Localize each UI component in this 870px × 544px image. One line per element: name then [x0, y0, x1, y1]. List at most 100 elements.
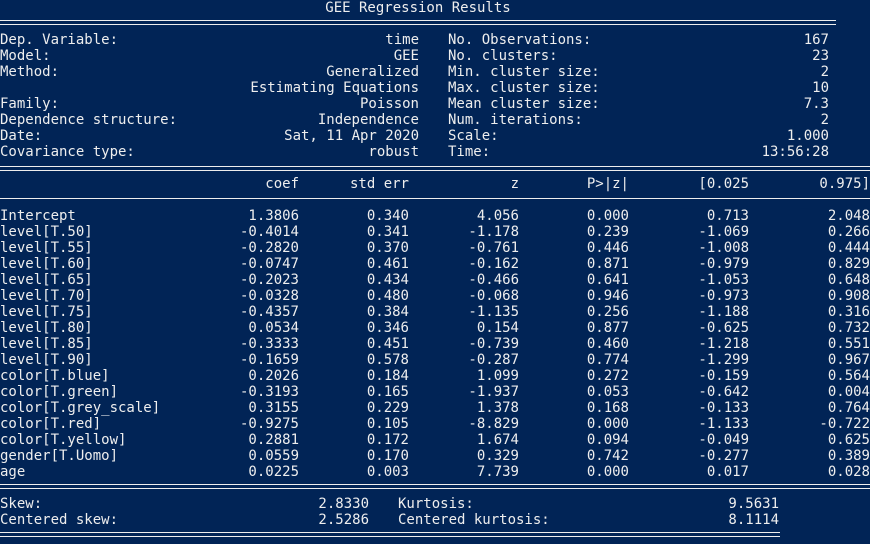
- ci-lower-value: -1.008: [698, 240, 749, 256]
- z-value: 7.739: [476, 464, 519, 480]
- results-title-row: GEE Regression Results: [0, 0, 836, 16]
- z-value: 1.674: [476, 432, 519, 448]
- info-value: Poisson: [359, 96, 419, 112]
- info-value: 167: [803, 32, 829, 48]
- z-value: -0.466: [468, 272, 519, 288]
- coef-value: -0.2023: [239, 272, 299, 288]
- std-err-value: 0.578: [366, 352, 409, 368]
- term-name: level[T.65]: [0, 272, 93, 288]
- z-value: -8.829: [468, 416, 519, 432]
- ci-lower-value: -1.053: [698, 272, 749, 288]
- coef-value: -0.1659: [239, 352, 299, 368]
- diag-value: 8.1114: [728, 512, 779, 528]
- term-name: level[T.80]: [0, 320, 93, 336]
- model-info-row: Dependence structure: Independence Num. it…: [0, 112, 870, 128]
- pvalue-value: 0.053: [586, 384, 629, 400]
- coef-value: -0.9275: [239, 416, 299, 432]
- std-err-value: 0.184: [366, 368, 409, 384]
- ci-upper-value: 0.266: [827, 224, 870, 240]
- info-value: Independence: [317, 112, 419, 128]
- coef-table-row: gender[T.Uomo] 0.0559 0.170 0.329 0.742 -0.27…: [0, 448, 870, 464]
- pvalue-value: 0.239: [586, 224, 629, 240]
- coef-value: -0.0747: [239, 256, 299, 272]
- ci-lower-value: -0.625: [698, 320, 749, 336]
- diag-label: Kurtosis:: [398, 496, 474, 512]
- ci-lower-value: 0.017: [706, 464, 749, 480]
- pvalue-value: 0.446: [586, 240, 629, 256]
- model-info-row: Model: GEE No. clusters: 23: [0, 48, 870, 64]
- z-value: -1.135: [468, 304, 519, 320]
- diag-label: Skew:: [0, 496, 43, 512]
- coef-value: 0.0225: [248, 464, 299, 480]
- ci-upper-value: 0.625: [827, 432, 870, 448]
- coef-value: -0.3333: [239, 336, 299, 352]
- coef-table-row: level[T.75] -0.4357 0.384 -1.135 0.256 -1.188…: [0, 304, 870, 320]
- console-window[interactable]: GEE Regression Results Dep. Variable: tim…: [0, 0, 870, 544]
- term-name: Intercept: [0, 208, 76, 224]
- info-value: 1.000: [786, 128, 829, 144]
- ci-lower-value: -0.979: [698, 256, 749, 272]
- ci-lower-value: -0.642: [698, 384, 749, 400]
- ci-upper-value: 0.829: [827, 256, 870, 272]
- std-err-value: 0.370: [366, 240, 409, 256]
- ci-lower-value: -0.049: [698, 432, 749, 448]
- coef-header: coef: [265, 176, 299, 192]
- pvalue-value: 0.460: [586, 336, 629, 352]
- ci-lower-value: -1.218: [698, 336, 749, 352]
- model-info-row: Method: Generalized Min. cluster size: 2: [0, 64, 870, 80]
- info-value: 2: [820, 64, 829, 80]
- coef-table-row: level[T.85] -0.3333 0.451 -0.739 0.460 -1.218…: [0, 336, 870, 352]
- ci-lower-value: 0.713: [706, 208, 749, 224]
- coef-table-row: level[T.55] -0.2820 0.370 -0.761 0.446 -1.008…: [0, 240, 870, 256]
- ci-upper-value: 0.564: [827, 368, 870, 384]
- std-err-value: 0.003: [366, 464, 409, 480]
- z-value: 4.056: [476, 208, 519, 224]
- model-info-row: Estimating Equations Max. cluster size: 10: [0, 80, 870, 96]
- info-value: 2: [820, 112, 829, 128]
- coef-table-row: color[T.yellow] 0.2881 0.172 1.674 0.094 -0.0…: [0, 432, 870, 448]
- info-value: 7.3: [803, 96, 829, 112]
- pvalue-value: 0.000: [586, 416, 629, 432]
- pvalue-header: P>|z|: [586, 176, 629, 192]
- info-value: 23: [812, 48, 829, 64]
- ci-upper-value: 0.551: [827, 336, 870, 352]
- info-value: Generalized: [326, 64, 419, 80]
- ci-lower-value: -1.188: [698, 304, 749, 320]
- z-value: 0.329: [476, 448, 519, 464]
- pvalue-value: 0.742: [586, 448, 629, 464]
- coef-value: -0.4357: [239, 304, 299, 320]
- ci-upper-value: 0.732: [827, 320, 870, 336]
- ci-lower-value: -0.277: [698, 448, 749, 464]
- coef-value: 0.2026: [248, 368, 299, 384]
- z-value: -0.287: [468, 352, 519, 368]
- ci-upper-value: 0.908: [827, 288, 870, 304]
- z-value: 1.378: [476, 400, 519, 416]
- term-name: level[T.90]: [0, 352, 93, 368]
- std-err-value: 0.172: [366, 432, 409, 448]
- pvalue-value: 0.094: [586, 432, 629, 448]
- pvalue-value: 0.272: [586, 368, 629, 384]
- term-name: gender[T.Uomo]: [0, 448, 119, 464]
- z-value: 0.154: [476, 320, 519, 336]
- coef-table-row: level[T.80] 0.0534 0.346 0.154 0.877 -0.625 0.…: [0, 320, 870, 336]
- std-err-value: 0.340: [366, 208, 409, 224]
- ci-upper-header: 0.975]: [819, 176, 870, 192]
- ci-upper-value: 0.444: [827, 240, 870, 256]
- ci-upper-value: -0.722: [819, 416, 870, 432]
- info-value: 10: [812, 80, 829, 96]
- coef-double-rule: [0, 484, 870, 489]
- term-name: color[T.red]: [0, 416, 102, 432]
- coef-table-row: level[T.90] -0.1659 0.578 -0.287 0.774 -1.299…: [0, 352, 870, 368]
- std-err-header: std err: [349, 176, 409, 192]
- z-value: -0.162: [468, 256, 519, 272]
- info-value: Estimating Equations: [250, 80, 419, 96]
- z-value: -1.937: [468, 384, 519, 400]
- ci-upper-value: 2.048: [827, 208, 870, 224]
- ci-lower-value: -1.299: [698, 352, 749, 368]
- std-err-value: 0.434: [366, 272, 409, 288]
- coef-value: 1.3806: [248, 208, 299, 224]
- std-err-value: 0.480: [366, 288, 409, 304]
- diagnostics-row: Centered skew: 2.5286 Centered kurtosis: 8.…: [0, 512, 870, 528]
- ci-upper-value: 0.967: [827, 352, 870, 368]
- term-name: level[T.85]: [0, 336, 93, 352]
